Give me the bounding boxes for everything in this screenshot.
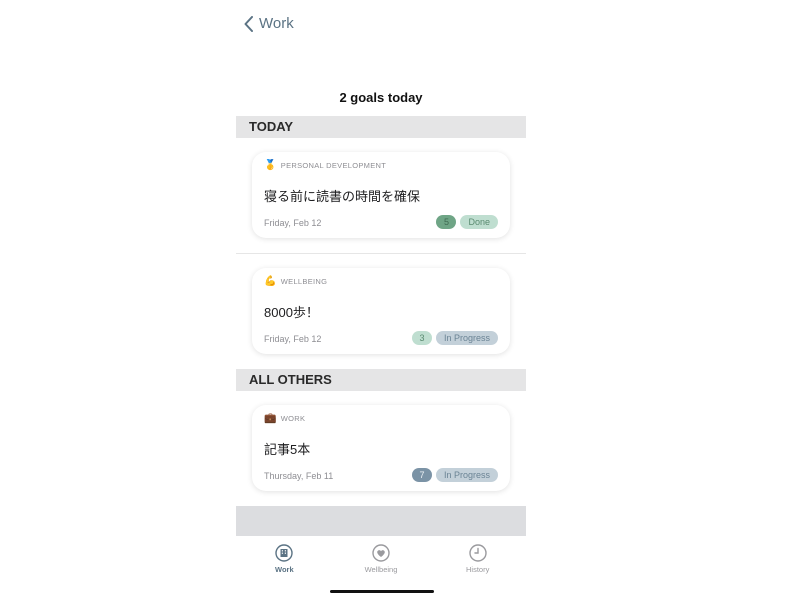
- building-icon: [275, 544, 294, 562]
- goal-date: Friday, Feb 12: [264, 334, 322, 344]
- goal-date: Friday, Feb 12: [264, 218, 322, 228]
- count-badge: 3: [411, 331, 432, 345]
- tab-bar: Work Wellbeing History: [236, 536, 526, 586]
- list-footer: [236, 506, 526, 536]
- tab-history[interactable]: History: [429, 536, 526, 586]
- goal-card[interactable]: 🥇 PERSONAL DEVELOPMENT 寝る前に読書の時間を確保 Frid…: [252, 152, 510, 238]
- status-badge: In Progress: [435, 468, 498, 482]
- tab-label: Work: [275, 565, 294, 574]
- card-badges: 3 In Progress: [411, 331, 498, 345]
- section-header-today: TODAY: [236, 116, 526, 138]
- category-label: WELLBEING: [280, 277, 328, 286]
- category-label: PERSONAL DEVELOPMENT: [280, 161, 387, 170]
- goal-date: Thursday, Feb 11: [264, 471, 334, 481]
- card-category: 🥇 PERSONAL DEVELOPMENT: [264, 160, 386, 171]
- divider: [236, 253, 526, 254]
- count-badge: 7: [411, 468, 432, 482]
- goal-title: 記事5本: [264, 442, 311, 457]
- chevron-left-icon: [244, 15, 253, 32]
- goal-card[interactable]: 💼 WORK 記事5本 Thursday, Feb 11 7 In Progre…: [252, 405, 510, 491]
- status-badge: In Progress: [435, 331, 498, 345]
- card-badges: 5 Done: [436, 215, 498, 229]
- home-indicator[interactable]: [330, 590, 434, 593]
- goal-title: 寝る前に読書の時間を確保: [264, 189, 421, 204]
- tab-work[interactable]: Work: [236, 536, 333, 586]
- clock-icon: [468, 544, 487, 562]
- tab-wellbeing[interactable]: Wellbeing: [333, 536, 430, 586]
- section-header-all-others: ALL OTHERS: [236, 369, 526, 391]
- back-button[interactable]: Work: [244, 15, 294, 32]
- goals-summary: 2 goals today: [339, 90, 423, 105]
- card-category: 💪 WELLBEING: [264, 276, 327, 287]
- category-label: WORK: [280, 414, 306, 423]
- goal-card[interactable]: 💪 WELLBEING 8000歩！ Friday, Feb 12 3 In P…: [252, 268, 510, 354]
- medal-icon: 🥇: [264, 160, 277, 171]
- card-badges: 7 In Progress: [411, 468, 498, 482]
- app-screen: Work 2 goals today TODAY 🥇 PERSONAL DEVE…: [236, 0, 526, 600]
- tab-label: Wellbeing: [364, 565, 398, 574]
- count-badge: 5: [436, 215, 457, 229]
- tab-label: History: [466, 565, 490, 574]
- briefcase-icon: 💼: [264, 413, 277, 424]
- status-badge: Done: [460, 215, 498, 229]
- goal-title: 8000歩！: [264, 305, 319, 320]
- back-label: Work: [259, 15, 294, 32]
- heart-icon: [372, 544, 390, 562]
- card-category: 💼 WORK: [264, 413, 305, 424]
- flexed-biceps-icon: 💪: [264, 276, 277, 287]
